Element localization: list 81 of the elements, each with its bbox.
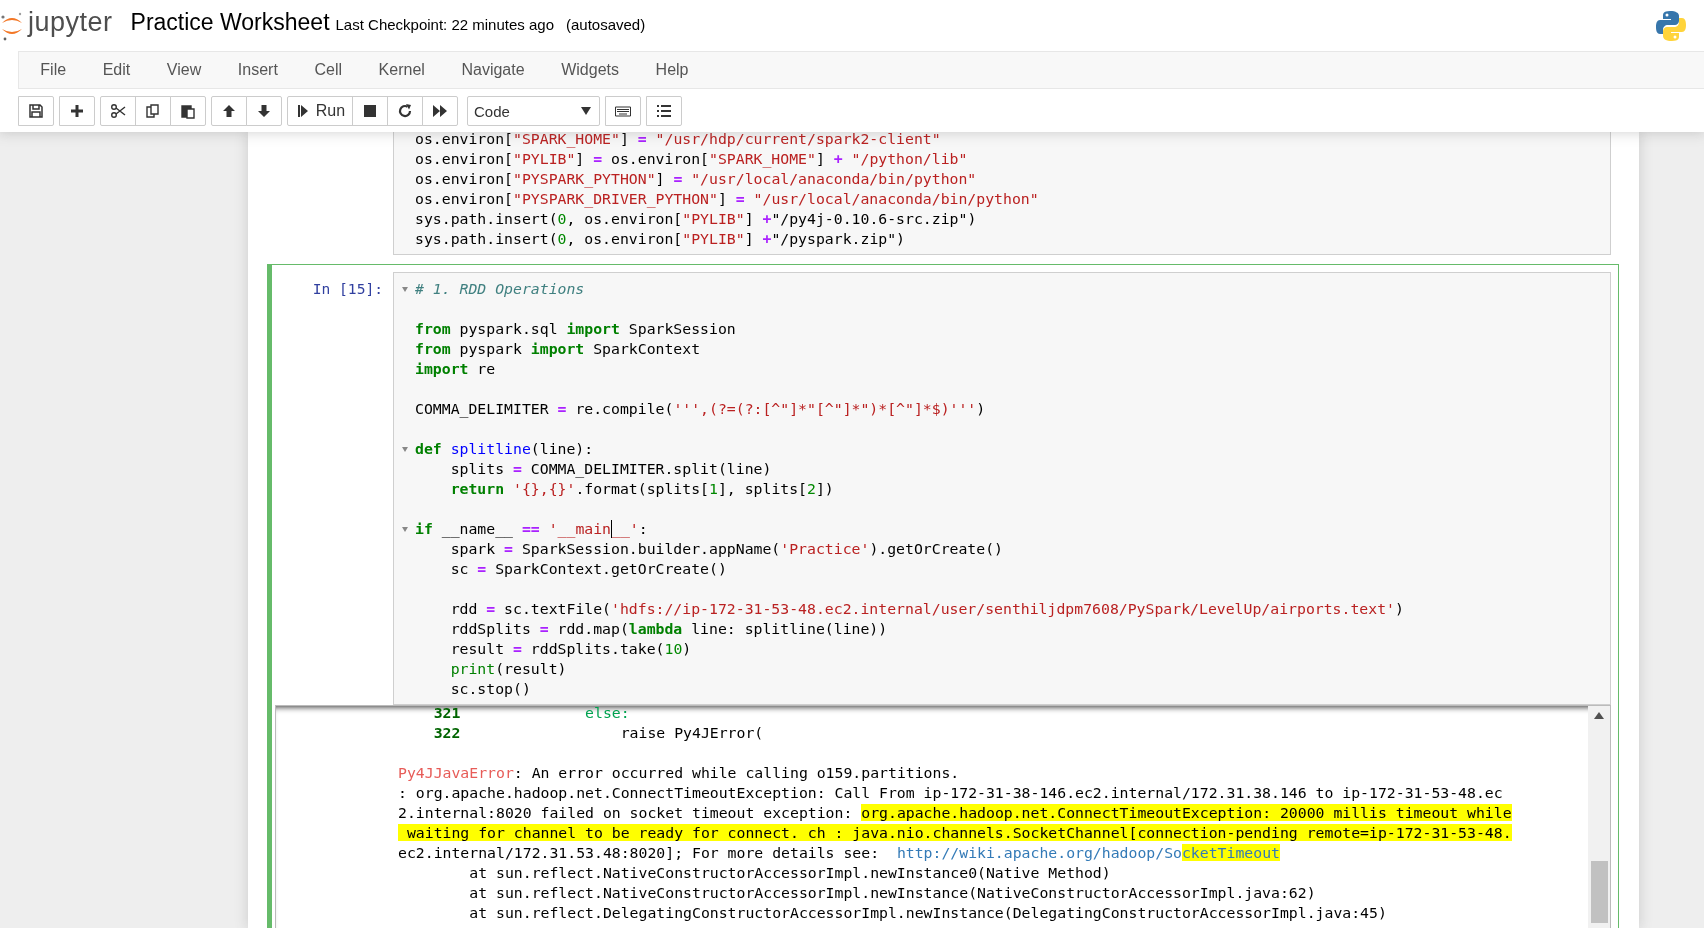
arrow-down-icon [256, 103, 272, 119]
fold-toggle-icon[interactable] [401, 526, 408, 532]
fold-toggle-icon[interactable] [401, 286, 408, 292]
refresh-icon [397, 103, 413, 119]
menu-item[interactable]: Navigate [443, 52, 543, 88]
code-line: rdd = sc.textFile('hdfs://ip-172-31-53-48.ec2.internal/user/senthiljdpm7608/PySpark/LevelUp/airports.text') [449, 599, 1404, 619]
code-line: os.environ["PYSPARK_DRIVER_PYTHON"] = "/usr/local/anaconda/bin/python" [415, 189, 1039, 209]
menu-item[interactable]: Help [637, 52, 707, 88]
move-down-button[interactable] [246, 96, 282, 126]
code-line: spark = SparkSession.builder.appName('Practice').getOrCreate() [449, 539, 1003, 559]
copy-icon [145, 103, 161, 119]
checkpoint-status: Last Checkpoint: 22 minutes ago [335, 16, 554, 33]
keyboard-icon [615, 103, 631, 119]
output-line: 322 raise Py4JError( [432, 723, 765, 743]
menu-item[interactable]: Widgets [542, 52, 638, 88]
menu-item[interactable]: File [22, 52, 85, 88]
output-line: at sun.reflect.NativeConstructorAccessorImpl.newInstance(NativeConstructorAccessorImpl.java:62) [468, 883, 1317, 903]
notebook-title[interactable]: Practice Worksheet [130, 9, 330, 36]
input-prompt: In [15]: [312, 280, 383, 297]
command-palette-button[interactable] [646, 96, 682, 126]
code-cell[interactable] [267, 264, 1619, 928]
list-icon [656, 103, 672, 119]
output-line: 321 else: [432, 706, 631, 723]
code-line: result = rddSplits.take(10) [449, 639, 692, 659]
code-line: sys.path.insert(0, os.environ["PYLIB"] +"/py4j-0.10.6-src.zip") [415, 209, 977, 229]
fold-toggle-icon[interactable] [401, 446, 408, 452]
cell-type-dropdown[interactable]: Code [467, 96, 600, 126]
code-line: sc.stop() [449, 679, 531, 699]
run-button[interactable]: Run [287, 96, 353, 126]
code-line: os.environ["PYLIB"] = os.environ["SPARK_HOME"] + "/python/lib" [415, 149, 968, 169]
copy-button[interactable] [135, 96, 171, 126]
cut-button[interactable] [100, 96, 136, 126]
scissors-icon [110, 103, 126, 119]
output-line: ec2.internal/172.31.53.48:8020]; For more details see: http://wiki.apache.org/hadoop/SocketTimeout [398, 843, 1281, 863]
autosave-status: (autosaved) [566, 16, 646, 33]
fast-forward-icon [432, 103, 448, 119]
stop-button[interactable] [352, 96, 388, 126]
keyboard-button[interactable] [605, 96, 641, 126]
output-line: : org.apache.hadoop.net.ConnectTimeoutException: Call From ip-172-31-38-146.ec2.internal/172.31.38.146 to ip-172-31-53-48.ec [398, 783, 1504, 803]
paste-button[interactable] [170, 96, 206, 126]
output-line: 2.internal:8020 failed on socket timeout exception: org.apache.hadoop.net.ConnectTimeoutException: 20000 millis timeout while [398, 803, 1513, 823]
code-line: sys.path.insert(0, os.environ["PYLIB"] +"/pyspark.zip") [415, 229, 906, 249]
plus-icon [69, 103, 85, 119]
menu-item[interactable]: Insert [219, 52, 297, 88]
menu-item[interactable]: View [148, 52, 220, 88]
code-line: # 1. RDD Operations [415, 279, 585, 299]
scroll-up-icon[interactable] [1594, 712, 1604, 719]
code-editor[interactable] [393, 272, 1611, 705]
python-logo-icon [1654, 8, 1688, 43]
code-line: splits = COMMA_DELIMITER.split(line) [449, 459, 772, 479]
code-line: if __name__ == '__main__': [415, 519, 648, 539]
code-line: os.environ["SPARK_HOME"] = "/usr/hdp/current/spark2-client" [415, 132, 941, 149]
code-line: COMMA_DELIMITER = re.compile(''',(?=(?:[^"]*"[^"]*")*[^"]*$)''') [415, 399, 986, 419]
caret-icon [581, 107, 591, 115]
code-line: from pyspark import SparkContext [415, 339, 701, 359]
insert-cell-button[interactable] [59, 96, 95, 126]
code-line: print(result) [449, 659, 567, 679]
code-line: os.environ["PYSPARK_PYTHON"] = "/usr/local/anaconda/bin/python" [415, 169, 977, 189]
stop-icon [362, 103, 378, 119]
scrollbar[interactable] [1588, 706, 1610, 928]
save-button[interactable] [18, 96, 54, 126]
output-line: at sun.reflect.NativeConstructorAccessorImpl.newInstance0(Native Method) [468, 863, 1112, 883]
move-up-button[interactable] [211, 96, 247, 126]
restart-button[interactable] [387, 96, 423, 126]
jupyter-wordmark[interactable]: jupyter [28, 7, 113, 38]
code-line: return '{},{}'.format(splits[1], splits[2]) [449, 479, 834, 499]
paste-icon [180, 103, 196, 119]
menu-item[interactable]: Kernel [360, 52, 444, 88]
fast-forward-button[interactable] [422, 96, 458, 126]
code-line: import re [415, 359, 496, 379]
menu-item[interactable]: Cell [296, 52, 361, 88]
output-line: at sun.reflect.DelegatingConstructorAccessorImpl.newInstance(DelegatingConstructorAccessorImpl.java:45) [468, 903, 1388, 923]
arrow-up-icon [221, 103, 237, 119]
code-line: from pyspark.sql import SparkSession [415, 319, 736, 339]
code-line: sc = SparkContext.getOrCreate() [449, 559, 727, 579]
code-line: rddSplits = rdd.map(lambda line: splitline(line)) [449, 619, 888, 639]
code-line: def splitline(line): [415, 439, 594, 459]
menu-item[interactable]: Edit [84, 52, 149, 88]
output-line: Py4JJavaError: An error occurred while calling o159.partitions. [398, 763, 961, 783]
link[interactable]: http://wiki.apache.org/hadoop/SocketTimeout [896, 844, 1280, 861]
scrollbar-thumb[interactable] [1590, 861, 1608, 923]
